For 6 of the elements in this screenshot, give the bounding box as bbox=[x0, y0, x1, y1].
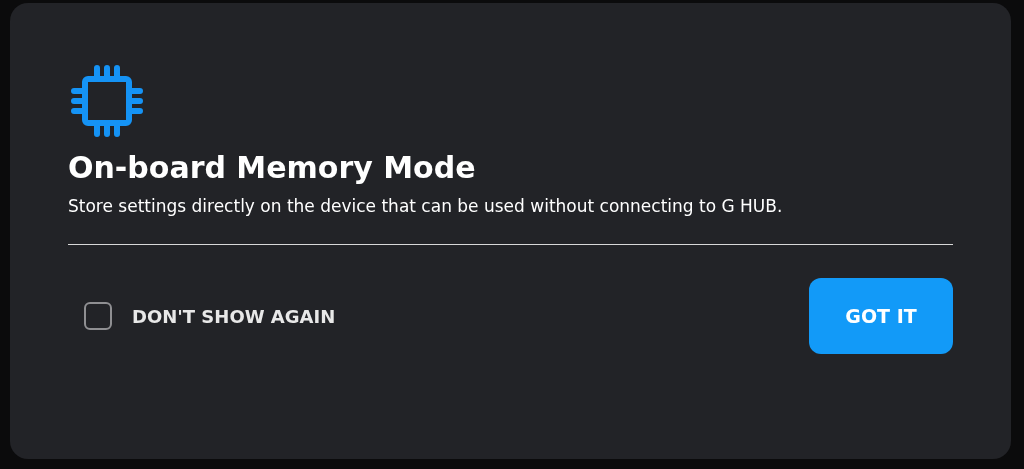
chip-icon bbox=[68, 62, 146, 140]
checkbox[interactable] bbox=[84, 302, 112, 331]
got-it-button[interactable]: GOT IT bbox=[809, 278, 953, 355]
dialog-title: On-board Memory Mode bbox=[68, 149, 477, 187]
dialog-description: Store settings directly on the device that can be used without connecting to G HUB. bbox=[68, 195, 784, 218]
checkbox-label: DON'T SHOW AGAIN bbox=[132, 304, 336, 329]
